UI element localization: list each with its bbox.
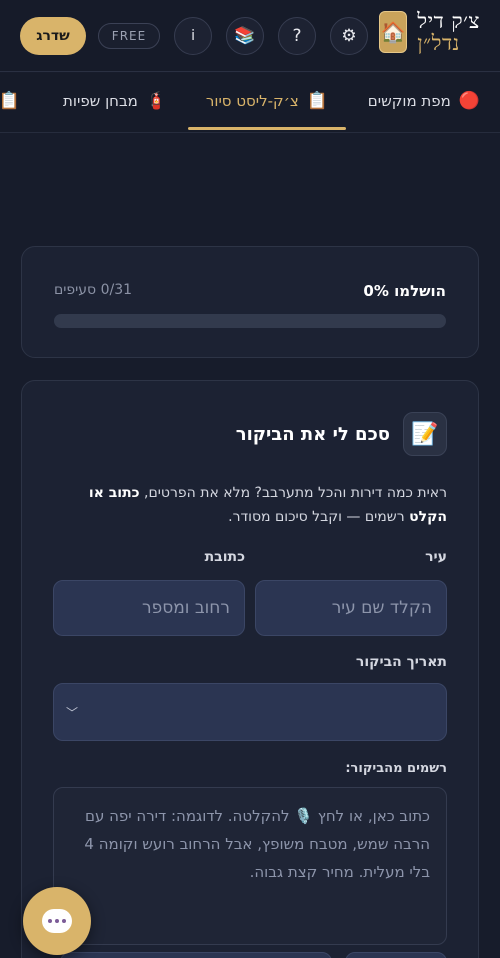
summary-desc-text-end: רשמים — וקבל סיכום מסודר. xyxy=(228,509,410,525)
progress-count: 0/31 סעיפים xyxy=(54,282,133,298)
visit-summary-card: 📝 סכם לי את הביקור ראית כמה דירות והכל מ… xyxy=(21,380,479,958)
visit-date-label: תאריך הביקור xyxy=(355,654,447,670)
house-icon: 🏠 xyxy=(379,11,408,54)
books-icon: 📚 xyxy=(234,26,256,46)
chat-button[interactable] xyxy=(23,887,91,955)
question-icon: ? xyxy=(292,26,302,46)
summarize-button[interactable] xyxy=(345,952,447,958)
tab-sanity-test[interactable]: 🧯 מבחן שפיות xyxy=(63,73,167,129)
progress-bar xyxy=(54,314,446,328)
chat-icon xyxy=(42,909,72,933)
city-input[interactable] xyxy=(255,580,447,636)
brand-line-1: צ׳ק דיל xyxy=(417,9,480,33)
active-tab-indicator xyxy=(188,127,346,130)
summary-title: סכם לי את הביקור xyxy=(235,424,390,445)
tab-minefield-map[interactable]: 🔴 מפת מוקשים xyxy=(368,73,480,129)
tab-bar: 🔴 מפת מוקשים 📋 צ׳ק-ליסט סיור 🧯 מבחן שפיו… xyxy=(0,73,500,133)
tab-tour-checklist[interactable]: 📋 צ׳ק-ליסט סיור xyxy=(206,73,328,129)
library-button[interactable]: 📚 xyxy=(226,17,264,55)
help-button[interactable]: ? xyxy=(278,17,316,55)
fire-extinguisher-icon: 🧯 xyxy=(145,91,167,111)
gear-icon: ⚙ xyxy=(341,26,357,46)
tab-label: מבחן שפיות xyxy=(63,92,138,110)
upgrade-button[interactable]: שדרג xyxy=(20,17,86,55)
summary-desc-text: ראית כמה דירות והכל מתערבב? מלא את הפרטי… xyxy=(139,485,447,501)
brand-line-2: נדל״ן xyxy=(417,31,460,56)
memo-icon: 📝 xyxy=(403,412,447,456)
notes-label: רשמים מהביקור: xyxy=(345,761,447,776)
red-circle-icon: 🔴 xyxy=(458,91,480,111)
settings-button[interactable]: ⚙ xyxy=(330,17,368,55)
progress-card: הושלמו 0% 0/31 סעיפים xyxy=(21,246,479,358)
tab-label: מפת מוקשים xyxy=(367,92,451,110)
address-label: כתובת xyxy=(204,549,245,565)
notes-textarea[interactable]: כתוב כאן, או לחץ 🎙️ להקלטה. לדוגמה: דירה… xyxy=(53,787,447,945)
chevron-down-icon: ﹀ xyxy=(66,706,79,720)
clipboard-icon: 📋 xyxy=(0,91,20,111)
info-icon: i xyxy=(191,28,195,44)
city-label: עיר xyxy=(425,549,447,565)
address-input[interactable] xyxy=(53,580,245,636)
notes-placeholder: כתוב כאן, או לחץ 🎙️ להקלטה. לדוגמה: דירה… xyxy=(84,807,430,881)
summary-description: ראית כמה דירות והכל מתערבב? מלא את הפרטי… xyxy=(50,481,447,529)
record-button[interactable] xyxy=(60,952,332,958)
brand[interactable]: צ׳ק דיל נדל״ן 🏠 xyxy=(379,10,480,54)
clipboard-icon: 📋 xyxy=(306,91,328,111)
tab-overflow[interactable]: 📋 xyxy=(0,73,20,129)
brand-name: צ׳ק דיל נדל״ן xyxy=(417,10,480,54)
visit-date-picker[interactable]: ﹀ xyxy=(53,683,447,741)
plan-badge: FREE xyxy=(98,23,160,49)
top-bar: צ׳ק דיל נדל״ן 🏠 ⚙ ? 📚 i FREE שדרג xyxy=(0,0,500,72)
tab-label: צ׳ק-ליסט סיור xyxy=(205,92,299,110)
progress-title: הושלמו 0% xyxy=(363,282,446,300)
info-button[interactable]: i xyxy=(174,17,212,55)
